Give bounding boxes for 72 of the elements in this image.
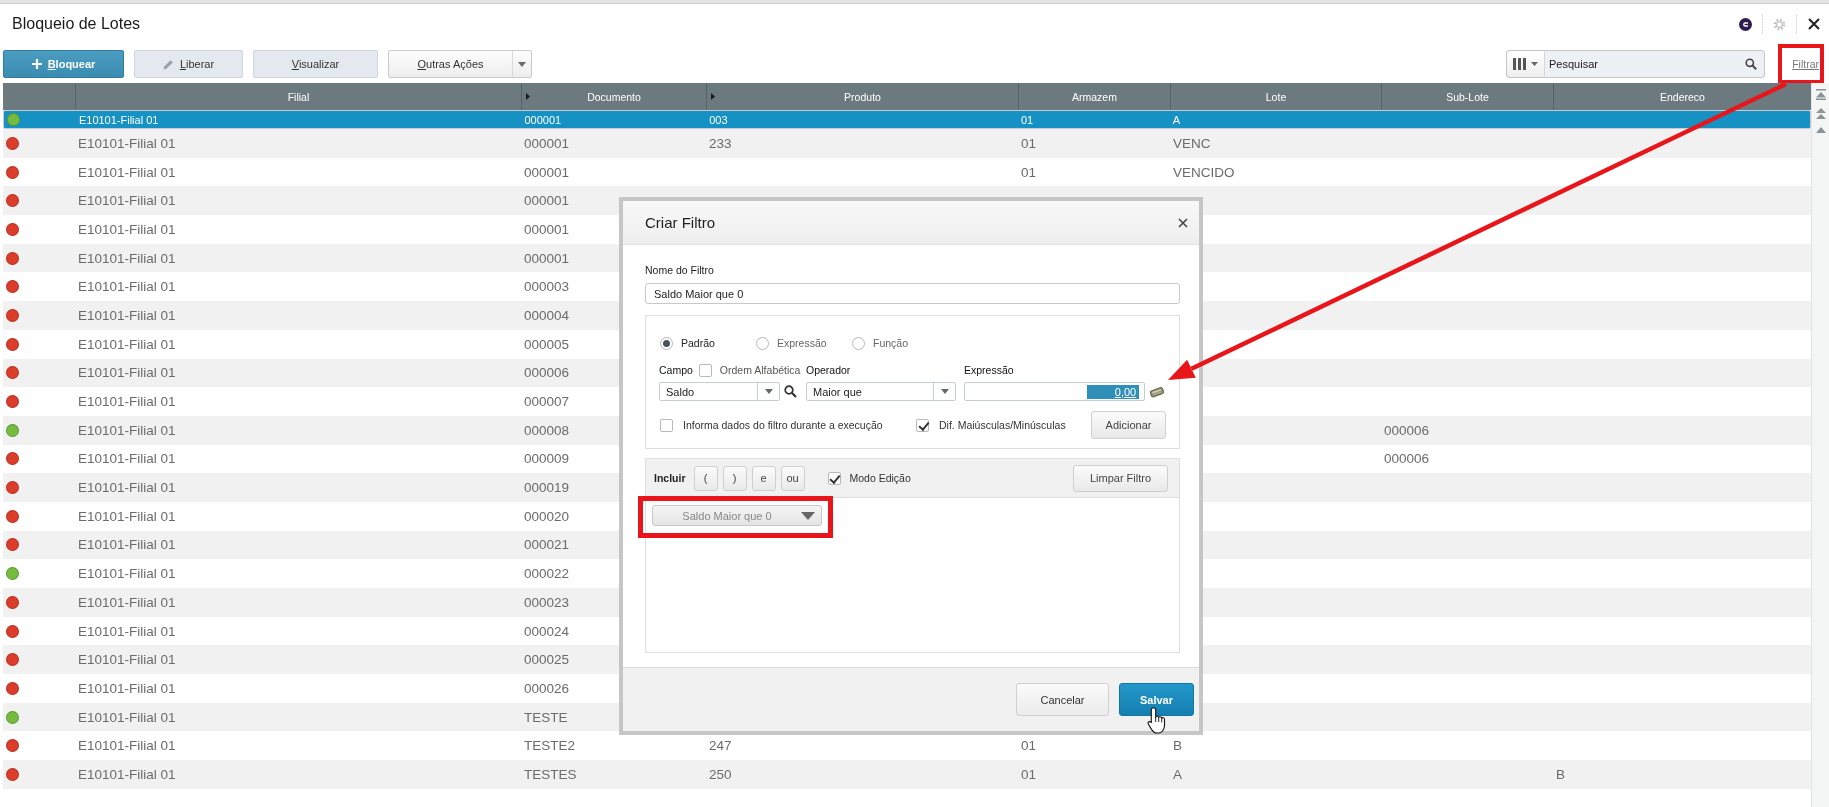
branch-name: E10101-Filial 01 (78, 307, 176, 323)
document-number: 000025 (524, 652, 570, 668)
selected-value-text: 0,00 (1086, 384, 1140, 399)
branch-name: E10101-Filial 01 (78, 113, 159, 126)
branch-name: E10101-Filial 01 (78, 680, 176, 696)
document-number: TESTE2 (524, 738, 575, 754)
field-label: Expressão (964, 364, 1014, 376)
document-number: 000008 (524, 422, 570, 438)
branch-name: E10101-Filial 01 (78, 451, 176, 467)
branch-name: E10101-Filial 01 (78, 193, 176, 209)
document-number: 000020 (524, 508, 570, 524)
document-number: 000019 (524, 480, 570, 496)
dialog-title: Criar Filtro (645, 214, 715, 231)
branch-name: E10101-Filial 01 (78, 250, 176, 266)
branch-name: E10101-Filial 01 (78, 709, 176, 725)
branch-name: E10101-Filial 01 (78, 623, 176, 639)
document-number: 000001 (524, 250, 570, 266)
document-number: 000003 (524, 279, 570, 295)
document-number: 000022 (524, 566, 570, 582)
warehouse-code: 01 (1020, 113, 1034, 126)
branch-name: E10101-Filial 01 (78, 594, 176, 610)
field-label: Campo (659, 364, 693, 376)
product-code: 250 (709, 766, 732, 782)
document-number: 000024 (524, 623, 570, 639)
branch-name: E10101-Filial 01 (78, 135, 176, 151)
branch-name: E10101-Filial 01 (78, 221, 176, 237)
lot-name: A (1172, 113, 1181, 126)
document-number: 000005 (524, 336, 570, 352)
sub-lot-code: 000006 (1384, 422, 1430, 438)
branch-name: E10101-Filial 01 (78, 365, 176, 381)
lot-name: VENCIDO (1173, 164, 1235, 180)
product-code: 233 (709, 135, 732, 151)
document-number: 000007 (524, 394, 570, 410)
branch-name: E10101-Filial 01 (78, 738, 176, 754)
document-number: 000001 (524, 164, 570, 180)
warehouse-code: 01 (1021, 135, 1037, 151)
warehouse-code: 01 (1021, 164, 1037, 180)
document-number: 000021 (524, 537, 570, 553)
document-number: 000004 (524, 307, 570, 323)
lot-name: B (1173, 738, 1182, 754)
warehouse-code: 01 (1021, 738, 1037, 754)
address-code: B (1556, 766, 1565, 782)
document-number: 000001 (524, 221, 570, 237)
branch-name: E10101-Filial 01 (78, 279, 176, 295)
sub-lot-code: 000006 (1384, 451, 1430, 467)
branch-name: E10101-Filial 01 (78, 537, 176, 553)
branch-name: E10101-Filial 01 (78, 508, 176, 524)
document-number: 000009 (524, 451, 570, 467)
branch-name: E10101-Filial 01 (78, 394, 176, 410)
lot-name: A (1173, 766, 1182, 782)
product-code: 247 (709, 738, 732, 754)
branch-name: E10101-Filial 01 (78, 766, 176, 782)
document-number: TESTE (524, 709, 568, 725)
document-number: 000001 (524, 135, 570, 151)
warehouse-code: 01 (1021, 766, 1037, 782)
document-number: 000023 (524, 594, 570, 610)
document-number: 000001 (524, 193, 570, 209)
branch-name: E10101-Filial 01 (78, 422, 176, 438)
branch-name: E10101-Filial 01 (78, 336, 176, 352)
document-number: 000026 (524, 680, 570, 696)
document-number: TESTES (524, 766, 577, 782)
branch-name: E10101-Filial 01 (78, 480, 176, 496)
include-label: Incluir (654, 472, 686, 484)
branch-name: E10101-Filial 01 (78, 566, 176, 582)
product-code: 003 (709, 113, 728, 126)
document-number: 000001 (524, 113, 562, 126)
window-title: Bloqueio de Lotes (12, 15, 141, 33)
lot-name: VENC (1173, 135, 1211, 151)
branch-name: E10101-Filial 01 (78, 652, 176, 668)
branch-name: E10101-Filial 01 (78, 164, 176, 180)
document-number: 000006 (524, 365, 570, 381)
field-label: Operador (806, 364, 851, 376)
